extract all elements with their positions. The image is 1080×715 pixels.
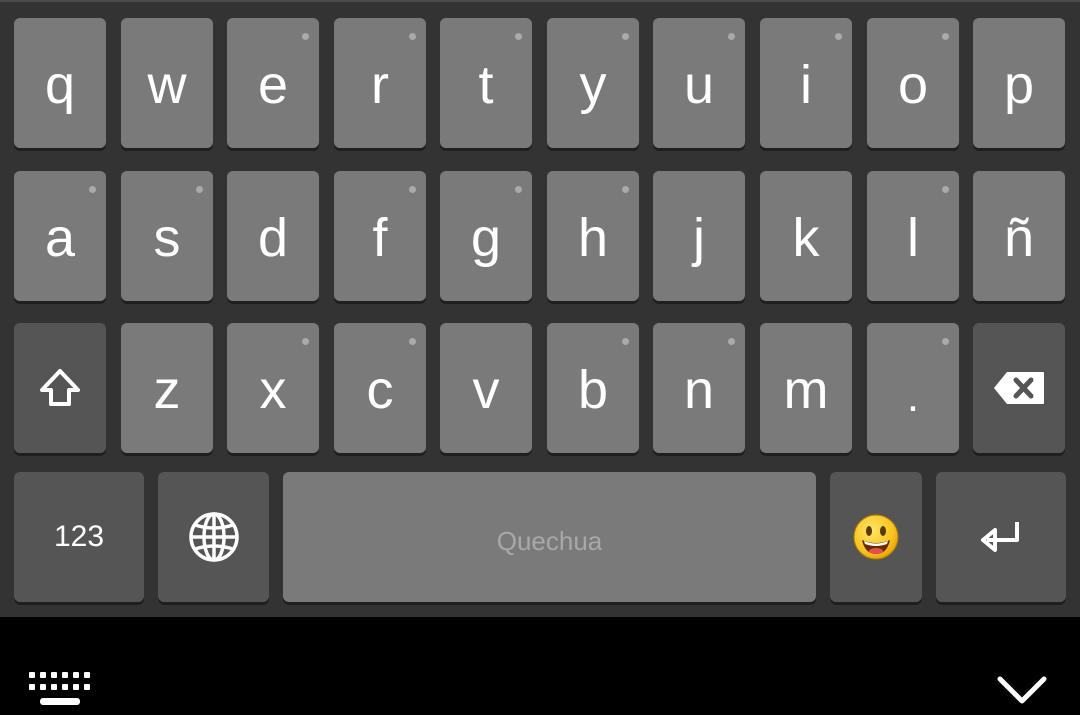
key-f[interactable]: f xyxy=(334,171,426,301)
space-bar-language-label: Quechua xyxy=(496,525,603,556)
key-o[interactable]: o xyxy=(867,18,959,148)
key-d[interactable]: d xyxy=(227,171,319,301)
alt-chars-dot xyxy=(942,186,949,193)
key-label: y xyxy=(579,55,607,115)
key-label: a xyxy=(44,208,76,268)
key-label: f xyxy=(372,208,388,268)
key-label: c xyxy=(366,360,394,420)
enter-return-icon xyxy=(981,522,1019,552)
alt-chars-dot xyxy=(942,33,949,40)
alt-chars-dot xyxy=(728,338,735,345)
key-label: x xyxy=(259,360,287,420)
key-u[interactable]: u xyxy=(653,18,745,148)
key-p[interactable]: p xyxy=(973,18,1065,148)
key-label: s xyxy=(153,208,181,268)
key-s[interactable]: s xyxy=(121,171,213,301)
key-label: i xyxy=(800,55,812,115)
enter-key[interactable] xyxy=(936,472,1066,602)
key-label: w xyxy=(147,55,187,115)
alt-chars-dot xyxy=(835,33,842,40)
key-label: ñ xyxy=(1003,208,1035,268)
key-label: k xyxy=(792,208,820,268)
key-label: j xyxy=(693,208,705,268)
alt-chars-dot xyxy=(622,338,629,345)
language-switch-key[interactable] xyxy=(158,472,269,602)
key-label: h xyxy=(577,208,609,268)
key-w[interactable]: w xyxy=(121,18,213,148)
alt-chars-dot xyxy=(409,338,416,345)
key-z[interactable]: z xyxy=(121,323,213,453)
key-period[interactable]: . xyxy=(867,323,959,453)
key-m[interactable]: m xyxy=(760,323,852,453)
key-label: v xyxy=(472,360,500,420)
key-label: n xyxy=(683,360,715,420)
key-c[interactable]: c xyxy=(334,323,426,453)
key-j[interactable]: j xyxy=(653,171,745,301)
key-label: m xyxy=(783,360,829,420)
key-b[interactable]: b xyxy=(547,323,639,453)
alt-chars-dot xyxy=(622,186,629,193)
symbols-key[interactable]: 123 xyxy=(14,472,144,602)
key-label: p xyxy=(1003,55,1035,115)
alt-chars-dot xyxy=(515,33,522,40)
alt-chars-dot xyxy=(89,186,96,193)
key-label: o xyxy=(897,55,929,115)
alt-chars-dot xyxy=(942,338,949,345)
alt-chars-dot xyxy=(728,33,735,40)
globe-icon xyxy=(188,512,239,562)
alt-chars-dot xyxy=(409,33,416,40)
key-label: u xyxy=(683,55,715,115)
key-label: d xyxy=(257,208,289,268)
key-label: r xyxy=(371,55,389,115)
key-label: . xyxy=(906,372,920,421)
emoji-icon xyxy=(853,514,899,560)
key-g[interactable]: g xyxy=(440,171,532,301)
key-label: b xyxy=(577,360,609,420)
alt-chars-dot xyxy=(302,338,309,345)
key-x[interactable]: x xyxy=(227,323,319,453)
key-e[interactable]: e xyxy=(227,18,319,148)
key-a[interactable]: a xyxy=(14,171,106,301)
shift-key[interactable] xyxy=(14,323,106,453)
key-l[interactable]: l xyxy=(867,171,959,301)
key-n[interactable]: n xyxy=(653,323,745,453)
backspace-key[interactable] xyxy=(973,323,1065,453)
key-k[interactable]: k xyxy=(760,171,852,301)
emoji-key[interactable] xyxy=(830,472,922,602)
key-i[interactable]: i xyxy=(760,18,852,148)
key-label: e xyxy=(257,55,289,115)
key-label: q xyxy=(44,55,76,115)
key-y[interactable]: y xyxy=(547,18,639,148)
key-r[interactable]: r xyxy=(334,18,426,148)
key-label: t xyxy=(478,55,494,115)
keyboard-switch-icon[interactable] xyxy=(28,669,90,709)
keyboard: q w e r t y u i o p a s d f g h j k l ñ … xyxy=(0,0,1080,617)
backspace-icon xyxy=(994,372,1044,404)
key-label: l xyxy=(907,208,919,268)
key-q[interactable]: q xyxy=(14,18,106,148)
shift-arrow-icon xyxy=(40,369,80,406)
key-label: z xyxy=(153,360,181,420)
alt-chars-dot xyxy=(409,186,416,193)
alt-chars-dot xyxy=(302,33,309,40)
chevron-down-icon[interactable] xyxy=(996,673,1048,707)
key-label: g xyxy=(470,208,502,268)
key-v[interactable]: v xyxy=(440,323,532,453)
key-n-tilde[interactable]: ñ xyxy=(973,171,1065,301)
alt-chars-dot xyxy=(515,186,522,193)
key-t[interactable]: t xyxy=(440,18,532,148)
key-h[interactable]: h xyxy=(547,171,639,301)
navigation-bar xyxy=(0,617,1080,715)
symbols-key-label: 123 xyxy=(53,520,105,553)
alt-chars-dot xyxy=(196,186,203,193)
alt-chars-dot xyxy=(622,33,629,40)
space-bar[interactable]: Quechua xyxy=(283,472,816,602)
